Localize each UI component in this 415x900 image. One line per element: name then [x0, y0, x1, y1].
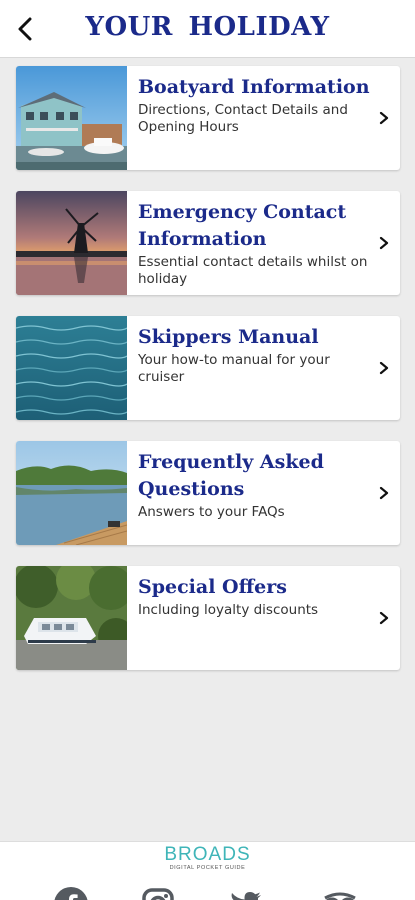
chevron-right-icon: [379, 111, 389, 125]
emergency-contact-card[interactable]: Emergency Contact Information Essential …: [16, 191, 400, 295]
faq-card[interactable]: Frequently Asked Questions Answers to yo…: [16, 441, 400, 545]
brand-tagline: DIGITAL POCKET GUIDE: [169, 865, 246, 871]
chevron-right-icon: [379, 486, 389, 500]
broads-logo: BROADS DIGITAL POCKET GUIDE: [0, 844, 415, 872]
card-title: Skippers Manual: [138, 326, 319, 348]
chevron-right-icon: [379, 236, 389, 250]
boatyard-thumbnail: [16, 66, 127, 170]
page-title: YOUR HOLIDAY: [85, 12, 330, 42]
instagram-icon[interactable]: [140, 886, 176, 900]
chevron-right-icon: [379, 611, 389, 625]
boatyard-information-card[interactable]: Boatyard Information Directions, Contact…: [16, 66, 400, 170]
holiday-menu-list: Boatyard Information Directions, Contact…: [16, 66, 400, 691]
app-header: YOUR HOLIDAY: [0, 0, 415, 58]
card-subtitle: Essential contact details whilst on holi…: [138, 254, 368, 287]
card-subtitle: Directions, Contact Details and Opening …: [138, 102, 348, 135]
card-subtitle: Your how-to manual for your cruiser: [138, 352, 330, 385]
river-thumbnail: [16, 441, 127, 545]
card-title: Frequently Asked Questions: [138, 451, 324, 500]
card-title: Special Offers: [138, 576, 287, 598]
twitter-icon[interactable]: [228, 886, 264, 900]
boat-thumbnail: [16, 566, 127, 670]
card-title: Boatyard Information: [138, 76, 370, 98]
windmill-thumbnail: [16, 191, 127, 295]
water-thumbnail: [16, 316, 127, 420]
app-footer: BROADS DIGITAL POCKET GUIDE: [0, 841, 415, 900]
card-subtitle: Answers to your FAQs: [138, 504, 285, 520]
skippers-manual-card[interactable]: Skippers Manual Your how-to manual for y…: [16, 316, 400, 420]
card-title: Emergency Contact Information: [138, 201, 347, 250]
tripadvisor-icon[interactable]: [322, 886, 358, 900]
card-subtitle: Including loyalty discounts: [138, 602, 319, 618]
brand-name: BROADS: [164, 844, 251, 865]
chevron-right-icon: [379, 361, 389, 375]
special-offers-card[interactable]: Special Offers Including loyalty discoun…: [16, 566, 400, 670]
facebook-icon[interactable]: [53, 886, 89, 900]
